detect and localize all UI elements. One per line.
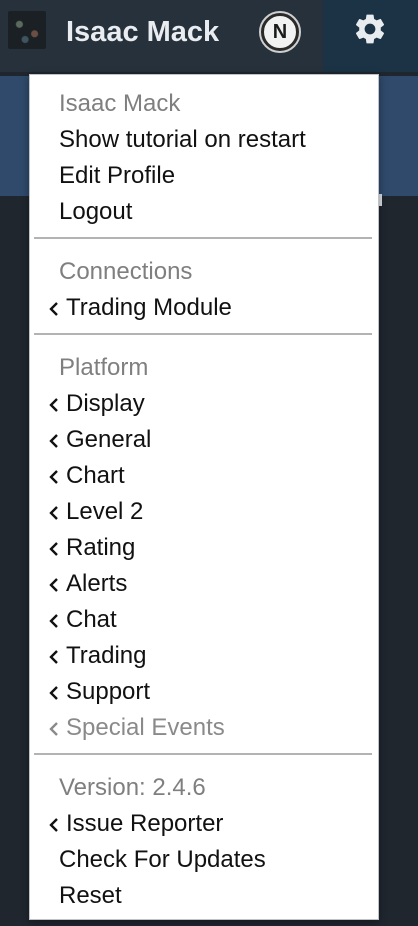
menu-item-label: Special Events (66, 714, 225, 741)
chevron-left-icon (49, 398, 58, 412)
menu-item-issue-reporter[interactable]: Issue Reporter (48, 806, 223, 842)
menu-item-trading-module[interactable]: Trading Module (48, 290, 232, 326)
menu-item-label: Chart (66, 462, 125, 489)
n-badge-icon[interactable]: N (259, 11, 301, 53)
menu-item-label: Trading Module (66, 294, 232, 321)
gear-icon (355, 14, 385, 44)
menu-item-label: Support (66, 678, 151, 705)
menu-item-label: Rating (66, 534, 136, 561)
menu-item-support[interactable]: Support (48, 674, 150, 710)
menu-item-label: Issue Reporter (66, 810, 224, 837)
avatar[interactable] (8, 11, 46, 49)
menu-item-general[interactable]: General (48, 422, 151, 458)
chevron-left-icon (49, 650, 58, 664)
chevron-left-icon (49, 434, 58, 448)
menu-item-label: Trading (66, 642, 147, 669)
settings-button[interactable] (323, 0, 418, 72)
chevron-left-icon (49, 542, 58, 556)
menu-item-chat[interactable]: Chat (48, 602, 117, 638)
chevron-left-icon (49, 722, 58, 736)
menu-item-trading[interactable]: Trading (48, 638, 146, 674)
top-bar: Isaac Mack N (0, 0, 418, 72)
app-page: Isaac Mack N Isaac Mack Show tutorial on… (0, 0, 418, 926)
menu-item-rating[interactable]: Rating (48, 530, 135, 566)
menu-item-reset[interactable]: Reset (59, 878, 122, 914)
chevron-left-icon (49, 506, 58, 520)
chevron-left-icon (49, 686, 58, 700)
connections-header: Connections (59, 258, 193, 285)
chevron-left-icon (49, 302, 58, 316)
platform-header: Platform (59, 354, 149, 381)
menu-item-logout[interactable]: Logout (59, 194, 132, 230)
menu-item-chart[interactable]: Chart (48, 458, 125, 494)
username-label[interactable]: Isaac Mack (66, 14, 219, 50)
settings-dropdown-menu: Isaac Mack Show tutorial on restart Edit… (29, 74, 379, 920)
menu-item-label: Chat (66, 606, 117, 633)
menu-item-label: Display (66, 390, 145, 417)
menu-item-alerts[interactable]: Alerts (48, 566, 127, 602)
menu-divider (34, 333, 372, 335)
menu-item-special-events[interactable]: Special Events (48, 710, 225, 746)
chevron-left-icon (49, 578, 58, 592)
menu-item-label: Alerts (66, 570, 128, 597)
menu-item-check-for-updates[interactable]: Check For Updates (59, 842, 266, 878)
version-label: Version: 2.4.6 (59, 774, 206, 801)
menu-item-display[interactable]: Display (48, 386, 145, 422)
menu-item-label: Level 2 (66, 498, 144, 525)
menu-item-label: General (66, 426, 152, 453)
menu-divider (34, 237, 372, 239)
menu-item-level-2[interactable]: Level 2 (48, 494, 143, 530)
menu-item-edit-profile[interactable]: Edit Profile (59, 158, 175, 194)
menu-divider (34, 753, 372, 755)
menu-item-show-tutorial[interactable]: Show tutorial on restart (59, 122, 306, 158)
chevron-left-icon (49, 818, 58, 832)
chevron-left-icon (49, 614, 58, 628)
account-header: Isaac Mack (59, 90, 181, 117)
chevron-left-icon (49, 470, 58, 484)
